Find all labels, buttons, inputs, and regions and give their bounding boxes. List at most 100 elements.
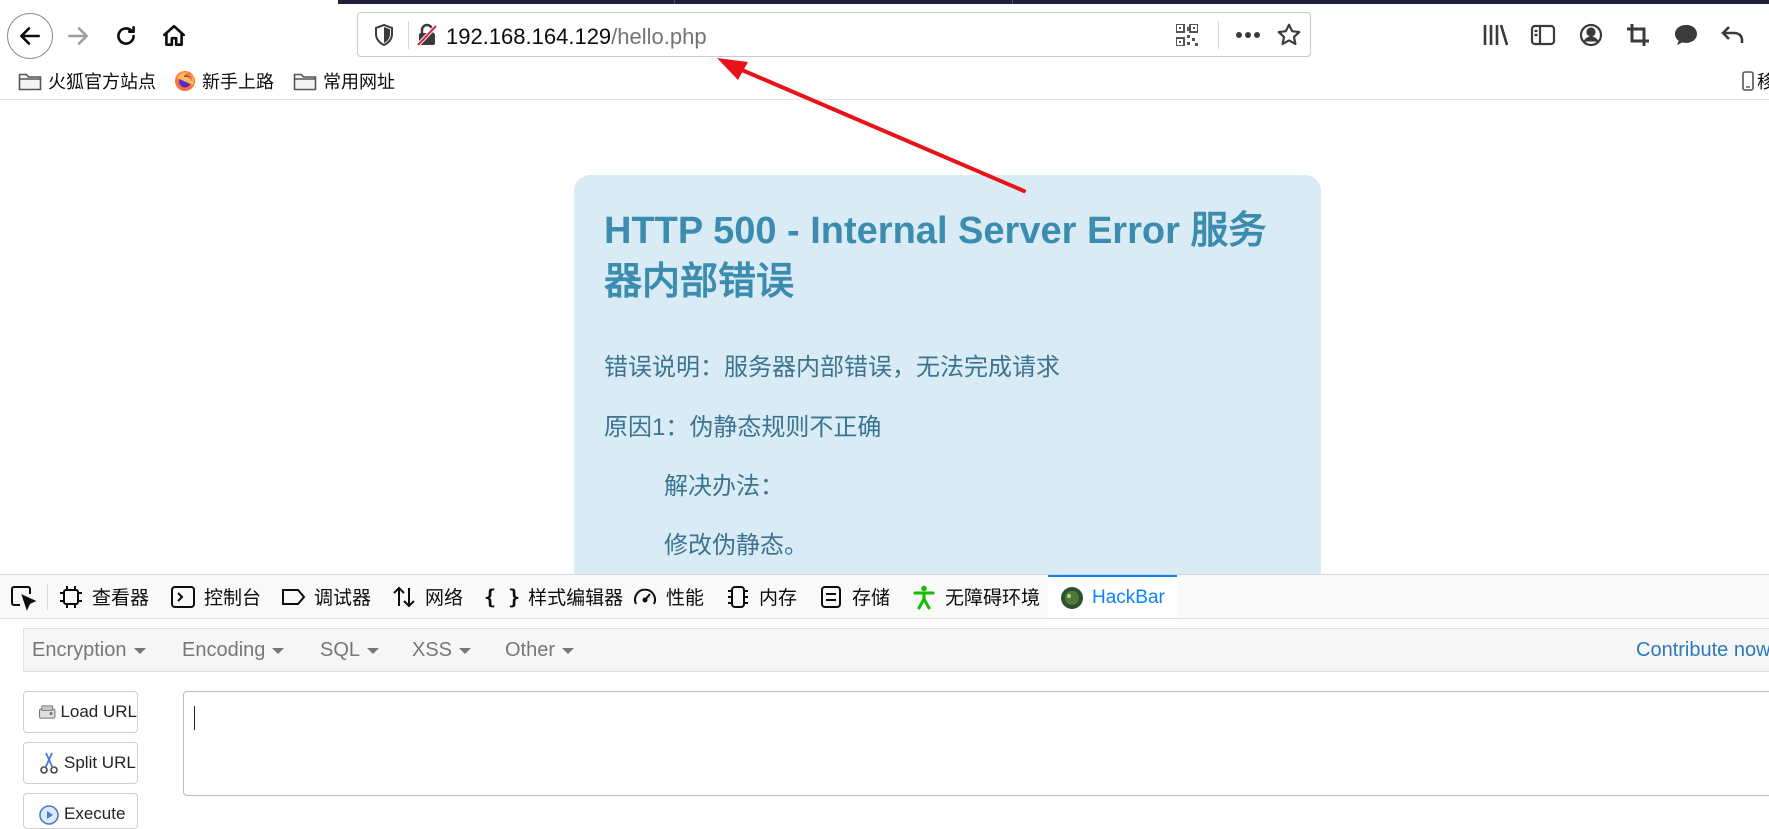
contribute-link[interactable]: Contribute now <box>1636 639 1769 662</box>
tab-separator <box>47 584 48 610</box>
insecure-lock-icon[interactable] <box>414 13 440 56</box>
encryption-dropdown[interactable]: Encryption <box>32 639 146 662</box>
caret-down-icon <box>562 647 575 654</box>
tab-storage[interactable]: 存储 <box>818 575 890 618</box>
button-label: Load URL <box>60 702 137 721</box>
network-icon <box>393 586 415 607</box>
bookmark-item[interactable]: 新手上路 <box>174 68 274 94</box>
mobile-phone-icon <box>1742 71 1754 91</box>
load-url-icon <box>38 705 56 719</box>
style-editor-icon: { } <box>484 584 521 609</box>
tab-hackbar[interactable]: HackBar <box>1048 575 1177 618</box>
tab-console[interactable]: 控制台 <box>170 575 261 618</box>
library-icon[interactable] <box>1481 20 1511 50</box>
memory-icon <box>728 585 748 608</box>
bookmark-item[interactable]: 常用网址 <box>293 68 395 94</box>
url-host: 192.168.164.129 <box>446 24 612 49</box>
caret-down-icon <box>459 647 472 654</box>
performance-icon <box>634 588 656 604</box>
url-path: /hello.php <box>611 24 707 49</box>
arrow-left-icon <box>20 27 40 45</box>
inspector-icon <box>60 585 82 608</box>
solution-label: 解决办法： <box>664 473 784 500</box>
firefox-icon <box>175 71 195 91</box>
tab-label: 网络 <box>425 588 464 609</box>
reload-icon <box>117 26 135 45</box>
tab-style-editor[interactable]: { } 样式编辑器 <box>484 575 623 618</box>
tab-label: 调试器 <box>314 588 372 609</box>
execute-button[interactable]: Execute <box>23 793 138 829</box>
url-text[interactable]: 192.168.164.129/hello.php <box>446 24 707 50</box>
tab-label: 性能 <box>666 588 705 609</box>
xss-dropdown[interactable]: XSS <box>412 639 472 662</box>
element-picker-icon[interactable] <box>9 583 37 611</box>
mobile-bookmarks-item[interactable]: 移 <box>1742 68 1769 94</box>
undo-arrow-icon[interactable] <box>1718 20 1748 50</box>
dropdown-label: SQL <box>320 639 361 661</box>
tab-label: 内存 <box>759 588 798 609</box>
bookmarks-toolbar: 火狐官方站点 新手上路 常用网址 移 <box>0 64 1769 100</box>
tab-accessibility[interactable]: 无障碍环境 <box>911 575 1040 618</box>
tab-network[interactable]: 网络 <box>391 575 463 618</box>
page-actions-menu-icon[interactable] <box>1230 13 1266 56</box>
url-textarea[interactable] <box>183 691 1769 796</box>
dropdown-label: Encryption <box>32 639 127 661</box>
scissors-icon <box>40 752 58 774</box>
url-bar[interactable]: 192.168.164.129/hello.php <box>357 12 1311 57</box>
reload-button[interactable] <box>104 14 148 58</box>
tab-performance[interactable]: 性能 <box>632 575 704 618</box>
account-icon[interactable] <box>1576 20 1606 50</box>
screenshot-crop-icon[interactable] <box>1623 20 1653 50</box>
bookmark-star-icon[interactable] <box>1272 13 1306 56</box>
url-divider <box>1218 21 1219 49</box>
load-url-button[interactable]: Load URL <box>23 691 138 733</box>
devtools-tab-bar: 查看器 控制台 调试器 网络 { } 样式编辑器 性能 内存 存储 无障碍环境 … <box>0 575 1769 619</box>
bookmark-label: 新手上路 <box>202 72 274 92</box>
storage-icon <box>821 585 841 608</box>
folder-icon <box>293 73 317 91</box>
button-label: Execute <box>64 804 126 823</box>
url-divider <box>408 21 409 49</box>
encoding-dropdown[interactable]: Encoding <box>182 639 285 662</box>
devtools-panel: 查看器 控制台 调试器 网络 { } 样式编辑器 性能 内存 存储 无障碍环境 … <box>0 574 1769 829</box>
solution-text: 修改伪静态。 <box>664 532 808 559</box>
error-description: 错误说明：服务器内部错误，无法完成请求 <box>604 354 1060 381</box>
play-icon <box>39 805 59 825</box>
home-icon <box>162 24 186 46</box>
console-icon <box>171 585 195 608</box>
hackbar-icon <box>1061 586 1083 609</box>
tab-label: 查看器 <box>92 588 150 609</box>
sql-dropdown[interactable]: SQL <box>320 639 380 662</box>
caret-down-icon <box>367 647 380 654</box>
dropdown-label: Other <box>505 639 556 661</box>
caret-down-icon <box>133 647 146 654</box>
back-button[interactable] <box>7 13 53 59</box>
error-panel: HTTP 500 - Internal Server Error 服务器内部错误… <box>574 175 1321 595</box>
forward-button[interactable] <box>56 14 100 58</box>
shield-icon[interactable] <box>372 13 396 56</box>
chat-bubble-icon[interactable] <box>1671 20 1701 50</box>
window-top-strip <box>338 0 1769 4</box>
tab-label: 控制台 <box>204 588 262 609</box>
sidebar-icon[interactable] <box>1528 20 1558 50</box>
folder-icon <box>18 73 42 91</box>
hackbar-menu-bar: Encryption Encoding SQL XSS Other Contri… <box>23 628 1769 672</box>
bookmark-label: 移 <box>1757 72 1769 92</box>
tab-memory[interactable]: 内存 <box>725 575 797 618</box>
tab-debugger[interactable]: 调试器 <box>280 575 371 618</box>
qr-code-icon[interactable] <box>1172 13 1202 56</box>
button-label: Split URL <box>64 753 136 772</box>
tab-label: 无障碍环境 <box>945 588 1041 609</box>
bookmark-label: 常用网址 <box>323 72 395 92</box>
arrow-right-icon <box>68 27 88 45</box>
tab-label: 存储 <box>852 588 891 609</box>
home-button[interactable] <box>152 14 196 58</box>
accessibility-icon <box>913 585 935 609</box>
other-dropdown[interactable]: Other <box>505 639 575 662</box>
split-url-button[interactable]: Split URL <box>23 742 138 784</box>
tab-inspector[interactable]: 查看器 <box>58 575 149 618</box>
dropdown-label: XSS <box>412 639 453 661</box>
bookmark-item[interactable]: 火狐官方站点 <box>18 68 156 94</box>
tab-label: 样式编辑器 <box>528 588 624 609</box>
error-title: HTTP 500 - Internal Server Error 服务器内部错误 <box>604 210 1267 303</box>
